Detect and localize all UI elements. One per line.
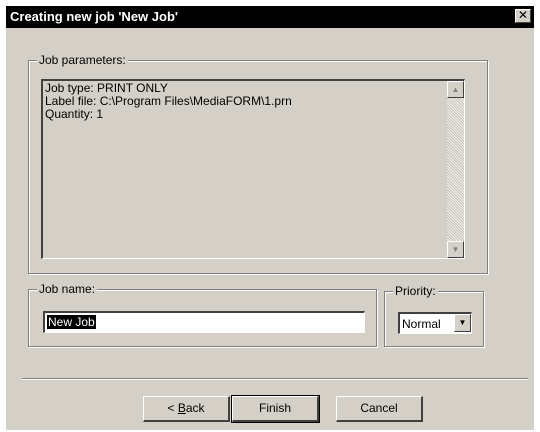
title-bar[interactable]: Creating new job 'New Job' ✕ (6, 6, 534, 28)
priority-group: Priority: Normal ▼ (384, 284, 484, 347)
separator (22, 378, 528, 380)
scroll-up-button[interactable]: ▲ (447, 81, 464, 98)
vertical-scrollbar[interactable]: ▲ ▼ (447, 81, 464, 258)
job-name-label: Job name: (37, 282, 98, 296)
job-parameters-text[interactable]: Job type: PRINT ONLY Label file: C:\Prog… (41, 79, 465, 259)
priority-select[interactable]: Normal ▼ (398, 312, 472, 334)
priority-value: Normal (402, 317, 441, 331)
param-quantity: Quantity: 1 (45, 107, 104, 121)
job-name-value: New Job (47, 315, 96, 329)
chevron-down-icon: ▼ (458, 318, 467, 327)
back-button[interactable]: < Back (143, 396, 230, 422)
scroll-down-arrow-icon: ▼ (451, 245, 460, 254)
scroll-up-arrow-icon: ▲ (451, 85, 460, 94)
job-parameters-label: Job parameters: (37, 53, 128, 67)
job-parameters-group: Job parameters: Job type: PRINT ONLY Lab… (28, 53, 488, 274)
job-name-input[interactable]: New Job (43, 311, 365, 333)
scroll-down-button[interactable]: ▼ (447, 241, 464, 258)
window-title: Creating new job 'New Job' (10, 9, 178, 24)
new-job-dialog: Creating new job 'New Job' ✕ Job paramet… (6, 6, 534, 430)
finish-button[interactable]: Finish (231, 395, 320, 423)
close-icon: ✕ (517, 8, 529, 22)
close-button[interactable]: ✕ (515, 9, 531, 23)
cancel-button[interactable]: Cancel (336, 396, 423, 422)
priority-dropdown-button[interactable]: ▼ (454, 314, 471, 332)
priority-label: Priority: (393, 284, 438, 298)
job-name-group: Job name: New Job (28, 282, 377, 347)
